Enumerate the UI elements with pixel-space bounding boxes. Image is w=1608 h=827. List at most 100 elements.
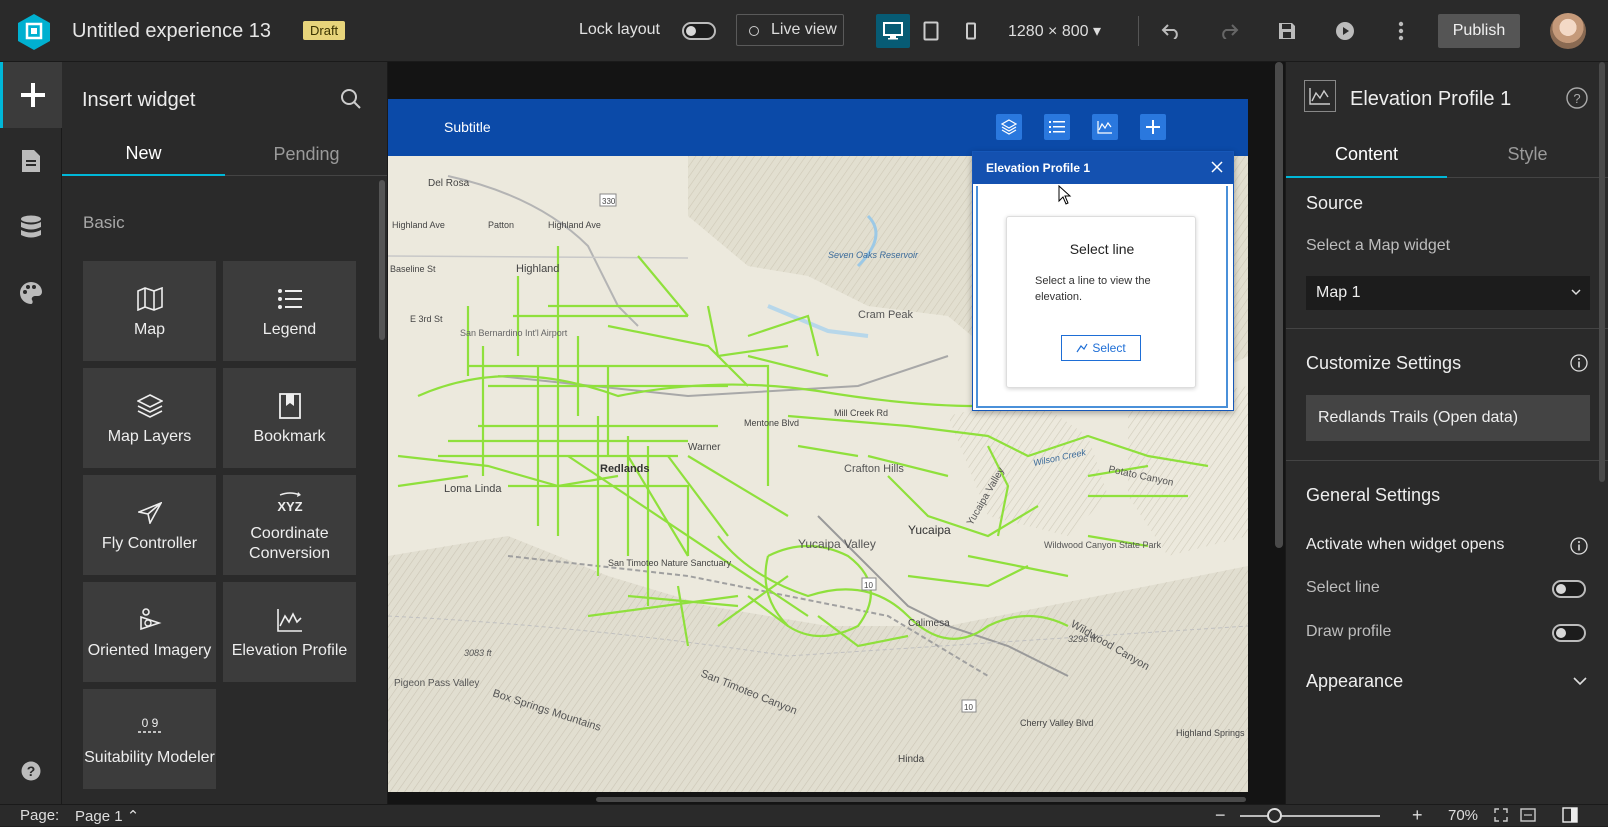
data-nav[interactable] <box>0 194 62 260</box>
lock-layout-toggle[interactable] <box>682 22 716 40</box>
map-label: Cram Peak <box>858 309 914 321</box>
widget-card-legend[interactable]: Legend <box>223 261 356 361</box>
widget-card-elevation-profile[interactable]: Elevation Profile <box>223 582 356 682</box>
more-options-icon[interactable] <box>1388 18 1414 44</box>
top-toolbar: Untitled experience 13 Draft Lock layout… <box>0 0 1608 62</box>
zoom-slider-handle[interactable] <box>1267 808 1282 823</box>
chevron-down-icon[interactable] <box>1572 674 1588 692</box>
widget-settings-title[interactable]: Elevation Profile 1 <box>1350 88 1511 111</box>
header-layers-button[interactable] <box>996 114 1022 140</box>
zoom-out-icon[interactable]: − <box>1215 805 1226 826</box>
tablet-device-button[interactable] <box>914 14 948 48</box>
draw-profile-toggle[interactable] <box>1552 624 1586 642</box>
divider <box>1286 328 1608 329</box>
widget-panel-scrollbar[interactable] <box>379 180 385 340</box>
preview-play-icon[interactable] <box>1332 18 1358 44</box>
tab-style[interactable]: Style <box>1447 132 1608 178</box>
select-map-label: Select a Map widget <box>1306 237 1451 254</box>
canvas-horizontal-scrollbar[interactable] <box>596 797 1246 802</box>
undo-icon[interactable] <box>1158 18 1184 44</box>
widget-card-oriented-imagery[interactable]: Oriented Imagery <box>83 582 216 682</box>
chevron-down-icon <box>1571 289 1581 296</box>
map-label: Crafton Hills <box>844 463 904 475</box>
live-view-button[interactable]: Live view <box>736 14 844 46</box>
widget-card-coordinate-conversion[interactable]: XYZ Coordinate Conversion <box>223 475 356 575</box>
select-line-icon <box>1076 343 1088 353</box>
widget-card-suitability-modeler[interactable]: 0 9 Suitability Modeler <box>83 689 216 789</box>
select-line-button[interactable]: Select <box>1061 335 1141 361</box>
widget-card-bookmark[interactable]: Bookmark <box>223 368 356 468</box>
svg-text:0 9: 0 9 <box>141 716 158 730</box>
elevation-icon <box>276 603 303 637</box>
appearance-header[interactable]: Appearance <box>1306 671 1403 692</box>
properties-panel: Elevation Profile 1 ? Content Style Sour… <box>1285 62 1608 804</box>
experience-title[interactable]: Untitled experience 13 <box>72 20 271 43</box>
save-icon[interactable] <box>1274 18 1300 44</box>
legend-icon <box>277 282 303 316</box>
customize-settings-header: Customize Settings <box>1306 353 1462 373</box>
map-widget-select[interactable]: Map 1 <box>1306 276 1590 310</box>
canvas-vertical-scrollbar[interactable] <box>1275 62 1283 548</box>
live-view-label: Live view <box>771 21 837 38</box>
widget-label: Coordinate Conversion <box>249 525 330 562</box>
info-icon[interactable] <box>1570 537 1588 560</box>
map-label: Yucaipa <box>908 523 951 537</box>
page-nav[interactable] <box>0 128 62 194</box>
layers-icon <box>136 389 163 423</box>
redo-icon[interactable] <box>1216 18 1242 44</box>
fit-width-icon[interactable] <box>1520 808 1536 826</box>
desktop-icon <box>883 22 903 40</box>
experience-builder-logo-icon[interactable] <box>16 13 52 51</box>
user-avatar[interactable] <box>1550 13 1586 49</box>
zoom-slider[interactable] <box>1240 815 1380 817</box>
section-basic: Basic <box>83 213 125 232</box>
theme-nav[interactable] <box>0 260 62 326</box>
resolution-dropdown[interactable]: 1280 × 800 ▾ <box>1008 21 1101 41</box>
header-subtitle[interactable]: Subtitle <box>444 119 491 135</box>
tab-pending[interactable]: Pending <box>225 132 387 176</box>
properties-scrollbar[interactable] <box>1599 62 1605 482</box>
help-nav[interactable]: ? <box>0 738 62 804</box>
widget-card-map[interactable]: Map <box>83 261 216 361</box>
activate-widget-label: Activate when widget opens <box>1306 536 1505 553</box>
insert-widget-nav[interactable] <box>0 62 62 128</box>
widget-card-fly-controller[interactable]: Fly Controller <box>83 475 216 575</box>
widget-card-map-layers[interactable]: Map Layers <box>83 368 216 468</box>
zoom-in-icon[interactable]: + <box>1412 805 1423 826</box>
layers-icon <box>1001 119 1017 135</box>
toggle-panel-icon[interactable] <box>1562 807 1578 827</box>
tab-new[interactable]: New <box>62 132 225 176</box>
live-view-dot-icon <box>749 26 759 36</box>
widget-tabs: New Pending <box>62 132 387 176</box>
fit-to-page-icon[interactable] <box>1494 808 1508 826</box>
select-line-toggle[interactable] <box>1552 580 1586 598</box>
mobile-device-button[interactable] <box>954 14 988 48</box>
draft-badge: Draft <box>303 21 346 40</box>
tab-content[interactable]: Content <box>1286 132 1447 178</box>
fly-icon <box>137 496 162 530</box>
header-elevation-button[interactable] <box>1092 114 1118 140</box>
close-icon[interactable] <box>1211 161 1223 176</box>
map-label: Hinda <box>898 754 925 765</box>
plus-icon <box>20 83 45 107</box>
info-icon[interactable] <box>1570 354 1588 377</box>
desktop-device-button[interactable] <box>876 14 910 48</box>
elevation-profile-widget[interactable]: Elevation Profile 1 Select line Select a… <box>972 151 1234 411</box>
map-label: Baseline St <box>390 264 436 274</box>
select-line-description: Select a line to view the elevation. <box>1035 275 1151 303</box>
header-legend-button[interactable] <box>1044 114 1070 140</box>
page-selector[interactable]: Page 1 ⌃ <box>75 807 139 825</box>
divider <box>1286 460 1608 461</box>
help-icon[interactable]: ? <box>1566 87 1588 114</box>
oriented-imagery-icon <box>137 603 163 637</box>
datasource-item[interactable]: Redlands Trails (Open data) <box>1306 395 1590 441</box>
xyz-icon: XYZ <box>276 486 304 520</box>
search-icon[interactable] <box>340 88 362 115</box>
map-label: Loma Linda <box>444 483 502 495</box>
left-sidebar: ? <box>0 62 62 804</box>
header-add-button[interactable] <box>1140 114 1166 140</box>
map-label: Del Rosa <box>428 178 470 189</box>
widget-label: Fly Controller <box>101 535 198 552</box>
publish-button[interactable]: Publish <box>1438 14 1520 48</box>
chevron-up-icon: ⌃ <box>126 808 140 825</box>
